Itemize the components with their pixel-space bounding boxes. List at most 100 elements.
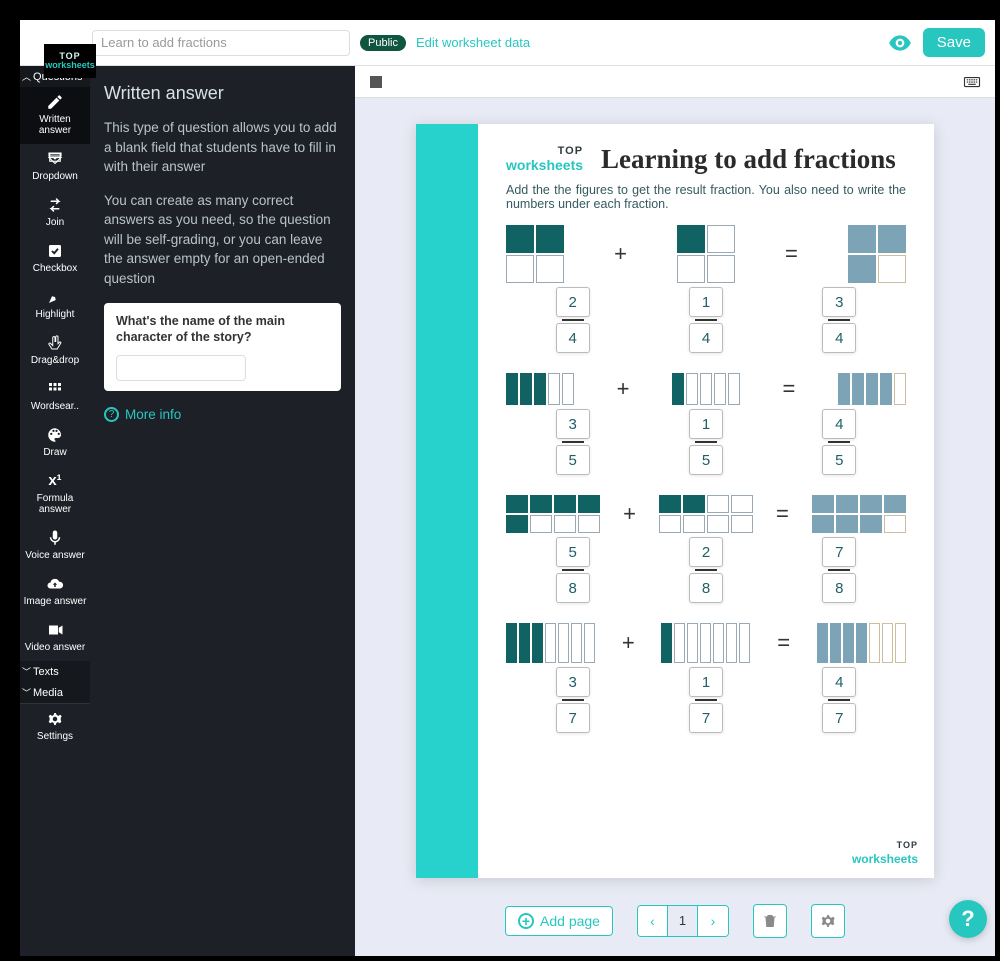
sidebar-dragdrop[interactable]: Drag&drop (20, 328, 90, 374)
grid-icon (22, 380, 88, 398)
sidebar-draw[interactable]: Draw (20, 420, 90, 466)
sidebar-item-label: Dropdown (22, 171, 88, 182)
cloud-upload-icon (22, 575, 88, 593)
numerator-box[interactable]: 4 (822, 667, 856, 697)
save-button[interactable]: Save (923, 28, 985, 57)
preview-icon[interactable] (887, 30, 913, 56)
add-page-button[interactable]: + Add page (505, 906, 613, 936)
help-button[interactable]: ? (949, 900, 987, 938)
page-title: Learning to add fractions (601, 144, 896, 175)
denominator-box[interactable]: 8 (689, 573, 723, 603)
fraction-input[interactable]: 15 (686, 407, 726, 477)
fraction-input[interactable]: 45 (819, 407, 859, 477)
checkbox-icon (22, 242, 88, 260)
sidebar-item-label: Video answer (22, 642, 88, 653)
next-page-button[interactable]: › (698, 906, 728, 936)
denominator-box[interactable]: 5 (689, 445, 723, 475)
more-info-label: More info (125, 405, 181, 425)
fraction-input[interactable]: 58 (553, 535, 593, 605)
page-instructions: Add the the figures to get the result fr… (506, 183, 906, 211)
video-icon (22, 621, 88, 639)
section-media[interactable]: ﹀Media (20, 682, 90, 703)
pencil-square-icon (22, 93, 88, 111)
sidebar-item-label: Written answer (22, 114, 88, 136)
explainer-p1: This type of question allows you to add … (104, 118, 341, 177)
denominator-box[interactable]: 5 (556, 445, 590, 475)
numerator-box[interactable]: 1 (689, 667, 723, 697)
hand-icon (22, 334, 88, 352)
sidebar-join[interactable]: Join (20, 190, 90, 236)
more-info-link[interactable]: ? More info (104, 405, 181, 425)
fraction-input[interactable]: 14 (686, 285, 726, 355)
image-icon[interactable] (367, 73, 385, 91)
sidebar-video[interactable]: Video answer (20, 615, 90, 661)
trash-icon (761, 912, 779, 930)
denominator-box[interactable]: 5 (822, 445, 856, 475)
denominator-box[interactable]: 7 (822, 703, 856, 733)
denominator-box[interactable]: 8 (556, 573, 590, 603)
numerator-box[interactable]: 4 (822, 409, 856, 439)
sidebar-item-label: Settings (22, 731, 88, 742)
explainer-p2: You can create as many correct answers a… (104, 191, 341, 289)
fraction-input[interactable]: 24 (553, 285, 593, 355)
brand-logo: TOP worksheets (44, 44, 96, 78)
worksheet-page[interactable]: TOP worksheets Learning to add fractions… (416, 124, 934, 878)
numerator-box[interactable]: 1 (689, 409, 723, 439)
denominator-box[interactable]: 4 (822, 323, 856, 353)
sidebar-written-answer[interactable]: Written answer (20, 87, 90, 144)
keyboard-icon[interactable] (961, 73, 983, 91)
formula-icon: x¹ (22, 472, 88, 490)
canvas-scroll[interactable]: TOP worksheets Learning to add fractions… (355, 98, 995, 894)
fraction-input[interactable]: 17 (686, 665, 726, 735)
sidebar-formula[interactable]: x¹ Formula answer (20, 466, 90, 523)
numerator-box[interactable]: 1 (689, 287, 723, 317)
denominator-box[interactable]: 7 (689, 703, 723, 733)
page-controls: + Add page ‹ 1 › (355, 894, 995, 956)
palette-icon (22, 426, 88, 444)
sidebar-item-label: Join (22, 217, 88, 228)
gear-icon (819, 912, 837, 930)
denominator-box[interactable]: 7 (556, 703, 590, 733)
edit-worksheet-link[interactable]: Edit worksheet data (416, 35, 530, 50)
sidebar-settings[interactable]: Settings (20, 703, 90, 750)
section-texts[interactable]: ﹀Texts (20, 661, 90, 682)
numerator-box[interactable]: 3 (556, 667, 590, 697)
numerator-box[interactable]: 3 (556, 409, 590, 439)
add-page-label: Add page (540, 913, 600, 929)
prev-page-button[interactable]: ‹ (638, 906, 668, 936)
example-question: What's the name of the main character of… (116, 313, 329, 346)
explainer-title: Written answer (104, 80, 341, 106)
sidebar-voice[interactable]: Voice answer (20, 523, 90, 569)
page-settings-button[interactable] (811, 904, 845, 938)
sidebar-wordsearch[interactable]: Wordsear.. (20, 374, 90, 420)
sidebar-item-label: Voice answer (22, 550, 88, 561)
numerator-box[interactable]: 5 (556, 537, 590, 567)
sidebar-item-label: Formula answer (22, 493, 88, 515)
question-circle-icon: ? (104, 407, 119, 422)
fraction-input[interactable]: 34 (819, 285, 859, 355)
section-texts-label: Texts (33, 666, 59, 678)
fraction-input[interactable]: 28 (686, 535, 726, 605)
fraction-input[interactable]: 47 (819, 665, 859, 735)
sidebar-image[interactable]: Image answer (20, 569, 90, 615)
sidebar: ︿Questions Written answer Dropdown Join … (20, 66, 90, 956)
delete-page-button[interactable] (753, 904, 787, 938)
numerator-box[interactable]: 2 (689, 537, 723, 567)
denominator-box[interactable]: 4 (556, 323, 590, 353)
sidebar-checkbox[interactable]: Checkbox (20, 236, 90, 282)
sidebar-highlight[interactable]: Highlight (20, 282, 90, 328)
sidebar-dropdown[interactable]: Dropdown (20, 144, 90, 190)
denominator-box[interactable]: 8 (822, 573, 856, 603)
fraction-input[interactable]: 78 (819, 535, 859, 605)
chevron-up-icon: ︿ (22, 70, 31, 83)
worksheet-title-input[interactable] (92, 30, 350, 56)
numerator-box[interactable]: 7 (822, 537, 856, 567)
denominator-box[interactable]: 4 (689, 323, 723, 353)
numerator-box[interactable]: 3 (822, 287, 856, 317)
fraction-input[interactable]: 37 (553, 665, 593, 735)
numerator-box[interactable]: 2 (556, 287, 590, 317)
visibility-badge[interactable]: Public (360, 35, 406, 51)
top-bar: TOP worksheets Public Edit worksheet dat… (20, 20, 995, 66)
page-footer-logo: TOP worksheets (852, 840, 918, 868)
fraction-input[interactable]: 35 (553, 407, 593, 477)
